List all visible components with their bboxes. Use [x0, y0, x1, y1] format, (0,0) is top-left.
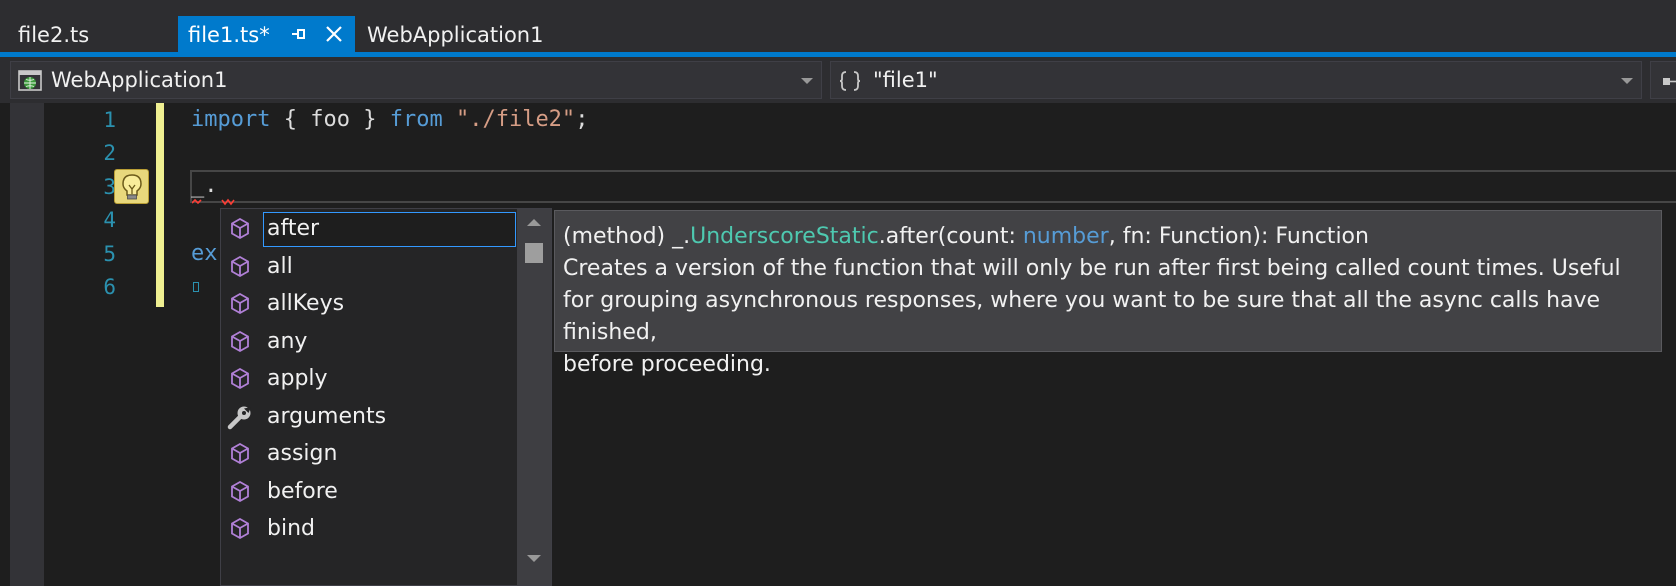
tab-file2[interactable]: file2.ts: [8, 16, 180, 52]
line-number: 2: [103, 141, 116, 165]
tab-file1[interactable]: file1.ts*: [178, 16, 355, 52]
code-line-5: ex: [191, 241, 218, 266]
method-cube-icon: [225, 322, 255, 362]
method-cube-icon: [225, 509, 255, 549]
change-tracking-bar: [156, 103, 164, 307]
completion-item-label: assign: [267, 441, 338, 466]
method-cube-icon: [225, 209, 255, 249]
completion-item[interactable]: before: [221, 472, 517, 512]
member-icon: [1657, 68, 1676, 94]
tab-webapplication1[interactable]: WebApplication1: [355, 16, 595, 52]
completion-item[interactable]: after: [221, 209, 517, 249]
project-dropdown[interactable]: WebApplication1: [10, 61, 822, 99]
completion-item[interactable]: arguments: [221, 397, 517, 437]
completion-item[interactable]: apply: [221, 359, 517, 399]
tab-label: WebApplication1: [367, 23, 544, 47]
description-line: for grouping asynchronous responses, whe…: [563, 288, 1601, 345]
method-cube-icon: [225, 247, 255, 287]
completion-item-label: allKeys: [267, 291, 345, 316]
method-cube-icon: [225, 434, 255, 474]
pin-icon[interactable]: [287, 16, 311, 52]
member-dropdown[interactable]: [1650, 61, 1676, 99]
line-number: 4: [103, 208, 116, 232]
completion-item-label: apply: [267, 366, 328, 391]
chevron-down-icon: [801, 78, 813, 84]
completion-item[interactable]: assign: [221, 434, 517, 474]
sig-middle: .after(count:: [878, 224, 1023, 249]
line-number: 3: [103, 175, 116, 199]
sig-end: , fn: Function): Function: [1108, 224, 1369, 249]
close-tab-icon[interactable]: [321, 16, 347, 52]
brace: }: [363, 107, 377, 132]
sig-prefix: (method) _.: [563, 224, 691, 249]
code-line-1: import { foo } from "./file2";: [191, 103, 588, 137]
string-literal: "./file2": [455, 107, 576, 132]
line-number: 1: [103, 108, 116, 132]
method-signature: (method) _.UnderscoreStatic.after(count:…: [563, 221, 1653, 253]
scope-dropdown[interactable]: "file1": [830, 61, 1642, 99]
completion-item[interactable]: any: [221, 322, 517, 362]
keyword-from: from: [389, 107, 443, 132]
completion-item[interactable]: all: [221, 247, 517, 287]
namespace-braces-icon: [837, 68, 863, 94]
sig-class-name: UnderscoreStatic: [690, 224, 879, 249]
description-line: Creates a version of the function that w…: [563, 256, 1621, 281]
error-squiggle-icon: [192, 198, 235, 206]
completion-item-label: bind: [267, 516, 315, 541]
project-name: WebApplication1: [51, 68, 228, 92]
quick-info-tooltip: (method) _.UnderscoreStatic.after(count:…: [554, 210, 1662, 377]
line-number: 6: [103, 275, 116, 299]
scroll-thumb[interactable]: [525, 243, 543, 263]
lightbulb-icon[interactable]: [114, 169, 149, 204]
chevron-down-icon: [1621, 78, 1633, 84]
keyword-import: import: [191, 107, 271, 132]
brace: {: [283, 107, 297, 132]
description-line: before proceeding.: [563, 352, 771, 377]
completion-item[interactable]: allKeys: [221, 284, 517, 324]
semicolon: ;: [575, 107, 589, 132]
tab-label: file2.ts: [18, 23, 90, 47]
method-cube-icon: [225, 472, 255, 512]
completion-item-label: any: [267, 328, 308, 354]
scroll-up-icon[interactable]: [527, 219, 541, 226]
tab-label: file1.ts*: [188, 23, 270, 47]
sig-param-type: number: [1022, 224, 1109, 249]
line-number: 5: [103, 242, 116, 266]
identifier: foo: [310, 107, 350, 132]
web-project-icon: [17, 68, 43, 94]
method-cube-icon: [225, 359, 255, 399]
completion-item-label: all: [267, 253, 293, 279]
document-tab-strip: file2.ts file1.ts* WebApplication1: [0, 0, 1676, 52]
completion-item-label: after: [267, 216, 320, 241]
completion-item[interactable]: bind: [221, 509, 517, 549]
scroll-down-icon[interactable]: [527, 555, 541, 562]
completion-item-label: before: [267, 478, 338, 504]
completion-scrollbar[interactable]: [517, 209, 551, 585]
current-line-highlight: [190, 170, 1676, 203]
completion-item-label: arguments: [267, 403, 387, 429]
indicator-margin[interactable]: [10, 103, 44, 586]
completion-list[interactable]: after all allKeys any apply arguments assign be…: [220, 208, 552, 586]
wrench-icon: [225, 397, 255, 437]
caret-marker: [193, 282, 199, 292]
navigation-bar: WebApplication1 "file1": [0, 57, 1676, 103]
scope-name: "file1": [873, 68, 938, 92]
method-cube-icon: [225, 284, 255, 324]
